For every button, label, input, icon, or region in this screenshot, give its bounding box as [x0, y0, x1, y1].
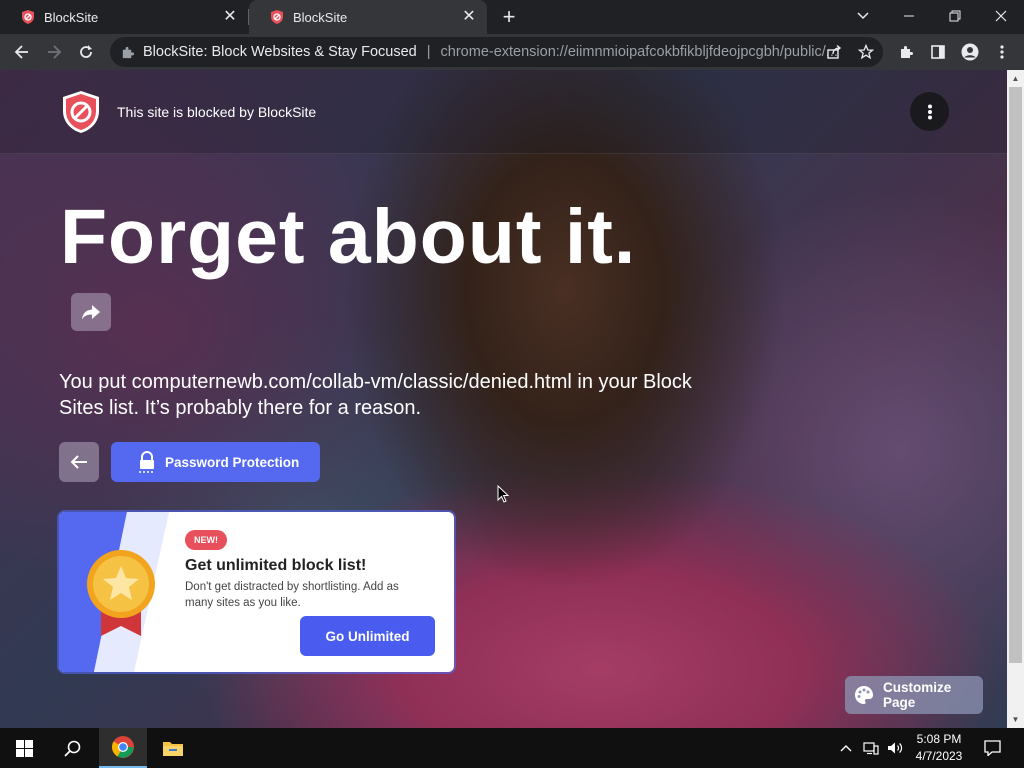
system-clock[interactable]: 5:08 PM 4/7/2023: [912, 731, 966, 765]
block-reason-text: You put computernewb.com/collab-vm/class…: [59, 371, 692, 419]
network-icon[interactable]: [860, 728, 882, 768]
blocked-page: This site is blocked by BlockSite Forget…: [0, 70, 1007, 728]
tab-title: BlockSite: [293, 9, 348, 25]
page-scrollbar[interactable]: ▲ ▼: [1007, 70, 1024, 728]
scroll-up-icon[interactable]: ▲: [1007, 70, 1024, 87]
go-unlimited-button[interactable]: Go Unlimited: [300, 616, 435, 656]
more-vert-icon: [927, 104, 932, 119]
restore-window-icon[interactable]: [932, 0, 978, 32]
page-title: BlockSite: Block Websites & Stay Focused: [143, 44, 417, 60]
close-window-icon[interactable]: [978, 0, 1024, 32]
close-tab-icon[interactable]: ✕: [461, 9, 477, 25]
reload-icon[interactable]: [72, 38, 100, 66]
new-tab-button[interactable]: +: [498, 6, 520, 28]
chrome-taskbar-icon[interactable]: [99, 728, 147, 768]
promo-description: Don't get distracted by shortlisting. Ad…: [185, 581, 399, 609]
page-headline: Forget about it.: [60, 194, 637, 280]
blocksite-favicon-icon: [20, 9, 36, 25]
address-bar[interactable]: BlockSite: Block Websites & Stay Focused…: [110, 37, 883, 67]
scrollbar-thumb[interactable]: [1009, 87, 1022, 663]
address-divider: |: [426, 44, 431, 60]
mouse-cursor-icon: [497, 485, 509, 503]
close-tab-icon[interactable]: ✕: [222, 9, 238, 25]
chrome-menu-icon[interactable]: [988, 38, 1016, 66]
search-icon[interactable]: [48, 728, 96, 768]
page-header: This site is blocked by BlockSite: [0, 70, 1007, 154]
medal-star-icon: [85, 544, 157, 638]
forward-arrow-icon[interactable]: [40, 38, 68, 66]
clock-date: 4/7/2023: [915, 749, 963, 763]
tab-search-icon[interactable]: [840, 0, 886, 32]
notification-center-icon[interactable]: [978, 728, 1006, 768]
page-menu-button[interactable]: [910, 92, 949, 131]
back-arrow-icon[interactable]: [8, 38, 36, 66]
palette-icon: [853, 684, 875, 706]
customize-page-label: Customize Page: [883, 680, 952, 710]
scroll-down-icon[interactable]: ▼: [1007, 711, 1024, 728]
side-panel-icon[interactable]: [924, 38, 952, 66]
clock-time: 5:08 PM: [916, 732, 962, 746]
lock-icon: [137, 451, 157, 473]
chevron-up-icon[interactable]: [836, 728, 856, 768]
extension-puzzle-icon: [120, 45, 135, 60]
password-protection-label: Password Protection: [165, 454, 300, 470]
url-text: chrome-extension://eiimnmioipafcokbfikbl…: [440, 44, 838, 60]
arrow-left-icon: [70, 455, 87, 469]
share-arrow-icon: [82, 305, 100, 320]
promo-title: Get unlimited block list!: [185, 557, 367, 574]
new-badge: NEW!: [185, 530, 227, 550]
tab-title: BlockSite: [44, 9, 99, 25]
windows-start-icon[interactable]: [0, 728, 48, 768]
minimize-window-icon[interactable]: [886, 0, 932, 32]
password-protection-button[interactable]: Password Protection: [111, 442, 320, 482]
volume-icon[interactable]: [884, 728, 906, 768]
blocksite-favicon-icon: [269, 9, 285, 25]
tab-strip: BlockSite ✕ BlockSite ✕ +: [0, 0, 1024, 34]
profile-avatar-icon[interactable]: [956, 38, 984, 66]
blocked-by-text: This site is blocked by BlockSite: [117, 104, 317, 120]
unlimited-promo-card: NEW! Get unlimited block list! Don't get…: [59, 512, 454, 672]
extensions-icon[interactable]: [892, 38, 920, 66]
customize-page-button[interactable]: Customize Page: [845, 676, 983, 714]
share-page-icon[interactable]: [826, 44, 842, 60]
blocksite-shield-icon: [58, 89, 104, 135]
windows-taskbar: 5:08 PM 4/7/2023: [0, 728, 1024, 768]
go-back-button[interactable]: [59, 442, 99, 482]
browser-toolbar: BlockSite: Block Websites & Stay Focused…: [0, 34, 1024, 70]
tab-blocksite-1[interactable]: BlockSite ✕: [0, 0, 248, 34]
share-button[interactable]: [71, 293, 111, 331]
file-explorer-icon[interactable]: [149, 728, 197, 768]
tab-blocksite-2[interactable]: BlockSite ✕: [249, 0, 487, 34]
bookmark-star-icon[interactable]: [857, 43, 875, 60]
